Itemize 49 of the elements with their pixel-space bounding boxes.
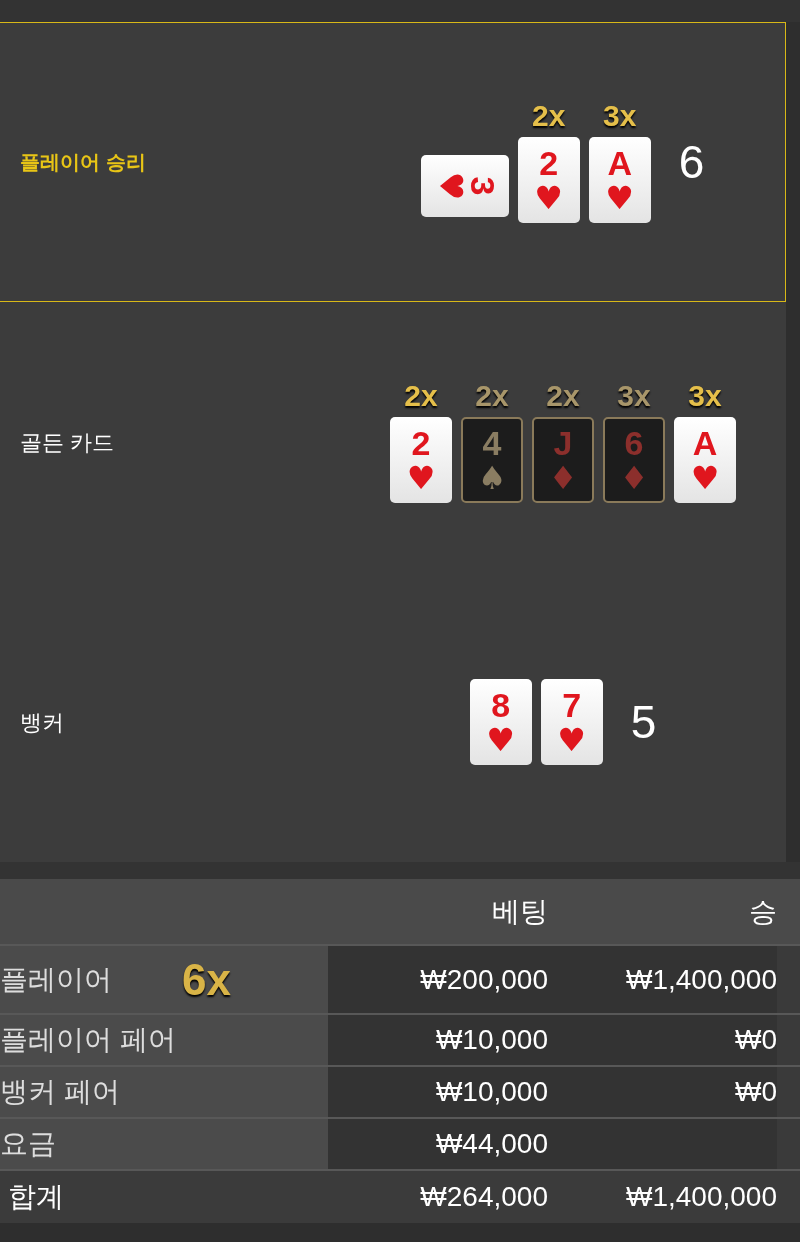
bet-label: 요금 bbox=[0, 1127, 56, 1161]
multiplier-label: 2x bbox=[532, 101, 566, 131]
card-suit: ♥ bbox=[557, 724, 587, 756]
card-rank: A bbox=[607, 146, 632, 180]
card-suit: ♦ bbox=[548, 462, 578, 494]
card-suit: ♦ bbox=[619, 462, 649, 494]
card-rank: 3 bbox=[466, 176, 501, 196]
card-suit: ♥ bbox=[534, 182, 564, 214]
card-rank: 2 bbox=[411, 426, 431, 460]
multiplier-label: 3x bbox=[603, 101, 637, 131]
total-win: ₩1,400,000 bbox=[626, 1180, 777, 1214]
bet-label: 뱅커 페어 bbox=[0, 1075, 120, 1109]
win-amount: ₩0 bbox=[735, 1075, 777, 1109]
multiplier-label: 2x bbox=[546, 381, 580, 411]
card-rank: 7 bbox=[562, 688, 582, 722]
win-amount: ₩0 bbox=[735, 1023, 777, 1057]
card-suit: ♥ bbox=[486, 724, 516, 756]
card-rank: 4 bbox=[482, 426, 502, 460]
total-bet: ₩264,000 bbox=[420, 1180, 548, 1214]
column-header: 승 bbox=[749, 894, 777, 929]
card-suit: ♥ bbox=[435, 171, 468, 201]
multiplier-label: 6x bbox=[182, 953, 231, 1006]
hand-label: 뱅커 bbox=[19, 708, 65, 737]
card-rank: 6 bbox=[624, 426, 644, 460]
multiplier-label: 3x bbox=[617, 381, 651, 411]
bet-amount: ₩10,000 bbox=[435, 1023, 548, 1057]
win-amount: ₩1,400,000 bbox=[626, 962, 777, 997]
bet-amount: ₩44,000 bbox=[435, 1127, 548, 1161]
card-suit: ♠ bbox=[477, 462, 507, 494]
card-suit: ♥ bbox=[690, 462, 720, 494]
card-rank: J bbox=[553, 426, 573, 460]
bet-amount: ₩10,000 bbox=[435, 1075, 548, 1109]
hand-label: 플레이어 승리 bbox=[19, 150, 147, 175]
card-rank: 8 bbox=[491, 688, 511, 722]
hand-total: 5 bbox=[630, 694, 657, 750]
bet-label: 플레이어 페어 bbox=[0, 1023, 176, 1057]
multiplier-label: 2x bbox=[404, 381, 438, 411]
multiplier-label: 3x bbox=[688, 381, 722, 411]
card-rank: 2 bbox=[539, 146, 559, 180]
hand-total: 6 bbox=[678, 134, 705, 190]
bet-amount: ₩200,000 bbox=[420, 962, 548, 997]
column-header: 베팅 bbox=[492, 894, 548, 929]
bet-label: 플레이어 bbox=[0, 962, 112, 997]
multiplier-label: 2x bbox=[475, 381, 509, 411]
total-label: 합계 bbox=[7, 1180, 64, 1214]
hand-label: 골든 카드 bbox=[19, 428, 116, 457]
card-suit: ♥ bbox=[605, 182, 635, 214]
card-suit: ♥ bbox=[406, 462, 436, 494]
card-rank: A bbox=[692, 426, 718, 460]
